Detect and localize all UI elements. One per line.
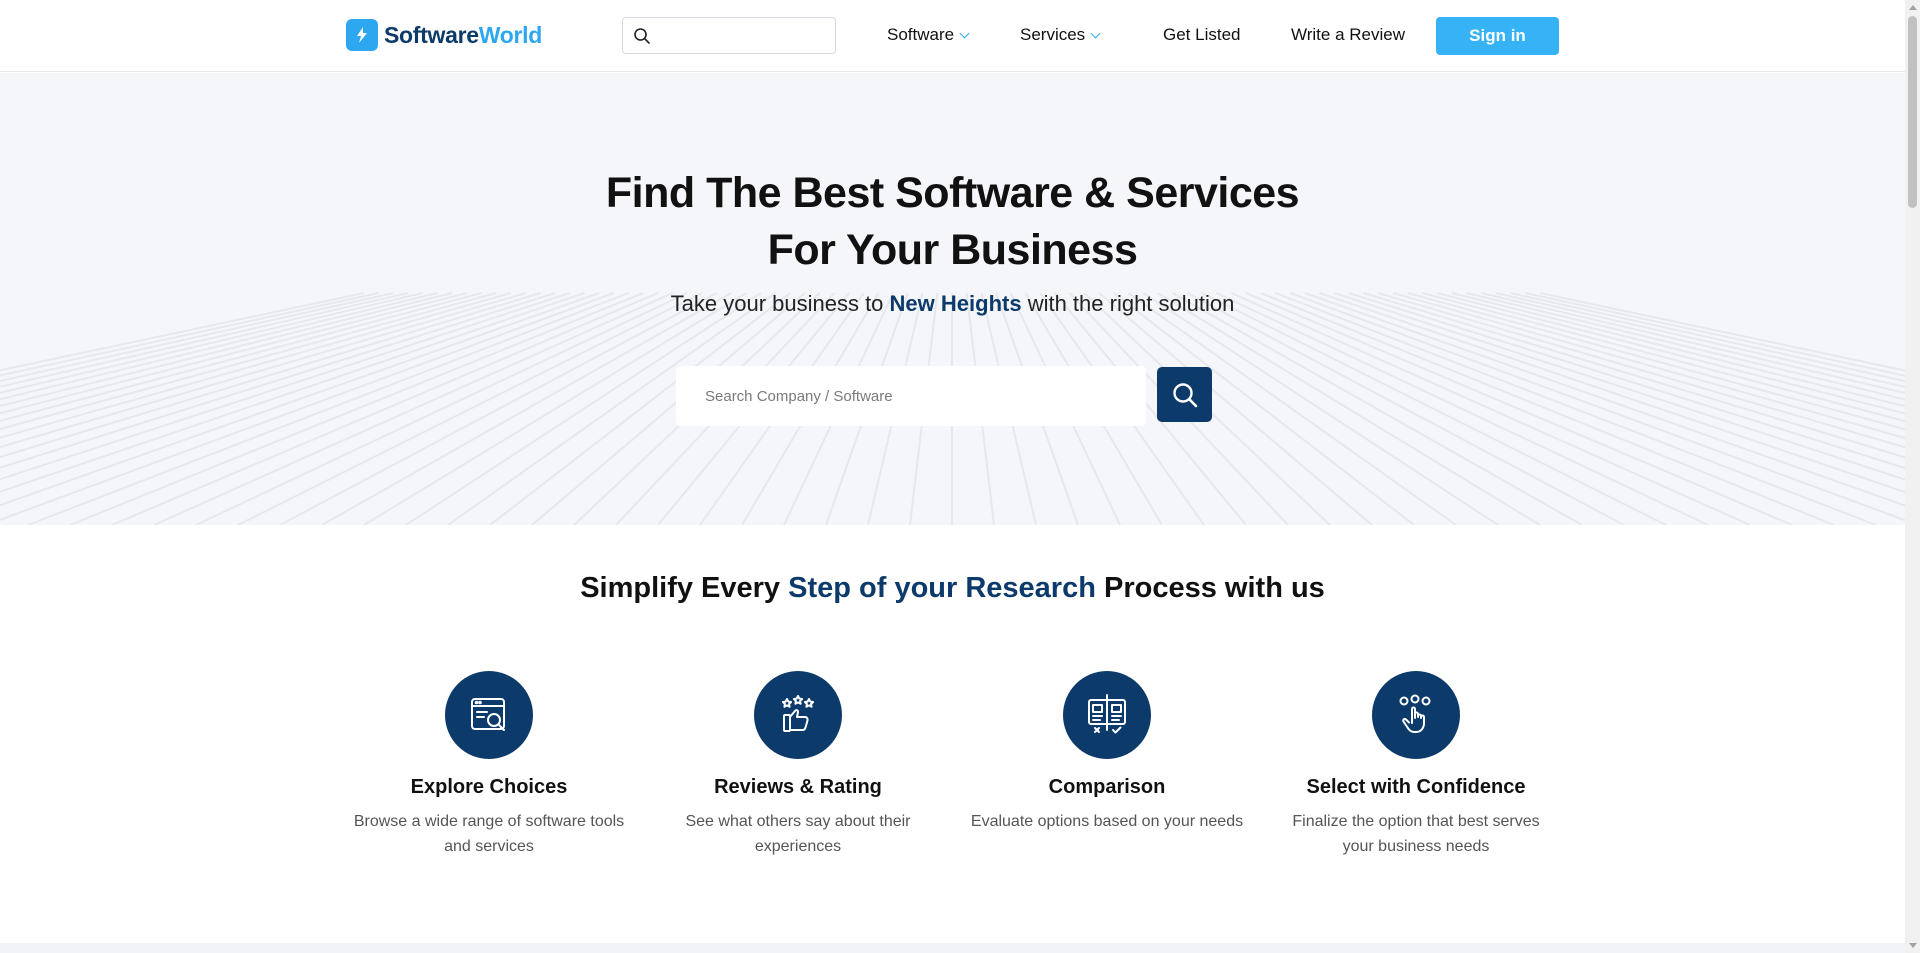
- feature-description: See what others say about their experien…: [685, 813, 911, 855]
- hero-search-input[interactable]: [676, 366, 1146, 426]
- page-scrollbar[interactable]: [1905, 0, 1920, 953]
- chevron-down-icon: [1090, 28, 1101, 38]
- hero-section: Find The Best Software & Services For Yo…: [0, 73, 1905, 525]
- feature-explore-choices: Explore Choices Browse a wide range of s…: [349, 671, 629, 859]
- hero-title: Find The Best Software & Services For Yo…: [605, 169, 1300, 274]
- nav-software[interactable]: Software: [887, 25, 970, 45]
- hero-subtitle: Take your business to New Heights with t…: [670, 291, 1235, 316]
- header-search-input[interactable]: [661, 22, 829, 50]
- feature-icon-circle: [1372, 671, 1460, 759]
- site-header: SoftwareWorld Software Services Get List…: [0, 0, 1905, 72]
- logo-text: SoftwareWorld: [384, 21, 542, 48]
- feature-description: Evaluate options based on your needs: [970, 813, 1244, 830]
- feature-description: Browse a wide range of software tools an…: [353, 813, 625, 855]
- nav-write-review[interactable]: Write a Review: [1291, 25, 1405, 45]
- browser-search-icon: [471, 698, 505, 731]
- next-section-edge: [0, 943, 1905, 953]
- feature-icon-circle: [754, 671, 842, 759]
- sign-in-button[interactable]: Sign in: [1436, 17, 1559, 55]
- comparison-icon: [1088, 694, 1126, 734]
- logo-mark-icon: [346, 19, 378, 51]
- feature-title: Reviews & Rating: [714, 776, 882, 798]
- scroll-down-icon[interactable]: [1909, 943, 1917, 948]
- hand-select-icon: [1399, 694, 1431, 733]
- feature-select-confidence: Select with Confidence Finalize the opti…: [1276, 671, 1556, 859]
- feature-reviews-rating: Reviews & Rating See what others say abo…: [658, 671, 938, 859]
- scrollbar-thumb[interactable]: [1908, 16, 1917, 208]
- search-icon: [633, 27, 651, 50]
- feature-comparison: Comparison Evaluate options based on you…: [967, 671, 1247, 834]
- feature-title: Comparison: [1048, 776, 1166, 798]
- research-section-title: Simplify Every Step of your Research Pro…: [580, 572, 1325, 604]
- feature-icon-circle: [1063, 671, 1151, 759]
- nav-services[interactable]: Services: [1020, 25, 1101, 45]
- nav-get-listed-label: Get Listed: [1163, 25, 1241, 44]
- search-icon: [1172, 382, 1197, 407]
- feature-title: Explore Choices: [410, 776, 568, 798]
- feature-icon-circle: [445, 671, 533, 759]
- chevron-down-icon: [959, 28, 970, 38]
- feature-description: Finalize the option that best serves you…: [1292, 813, 1540, 855]
- nav-software-label: Software: [887, 25, 955, 44]
- nav-write-review-label: Write a Review: [1291, 25, 1405, 44]
- hero-search-button[interactable]: [1157, 367, 1212, 422]
- nav-services-label: Services: [1020, 25, 1086, 44]
- scroll-up-icon[interactable]: [1909, 5, 1917, 10]
- thumbs-up-stars-icon: [781, 695, 815, 732]
- feature-title: Select with Confidence: [1306, 776, 1526, 798]
- hero-search-box: [676, 366, 1146, 426]
- nav-get-listed[interactable]: Get Listed: [1163, 25, 1241, 45]
- site-logo[interactable]: SoftwareWorld: [346, 19, 542, 51]
- header-search[interactable]: [622, 17, 836, 54]
